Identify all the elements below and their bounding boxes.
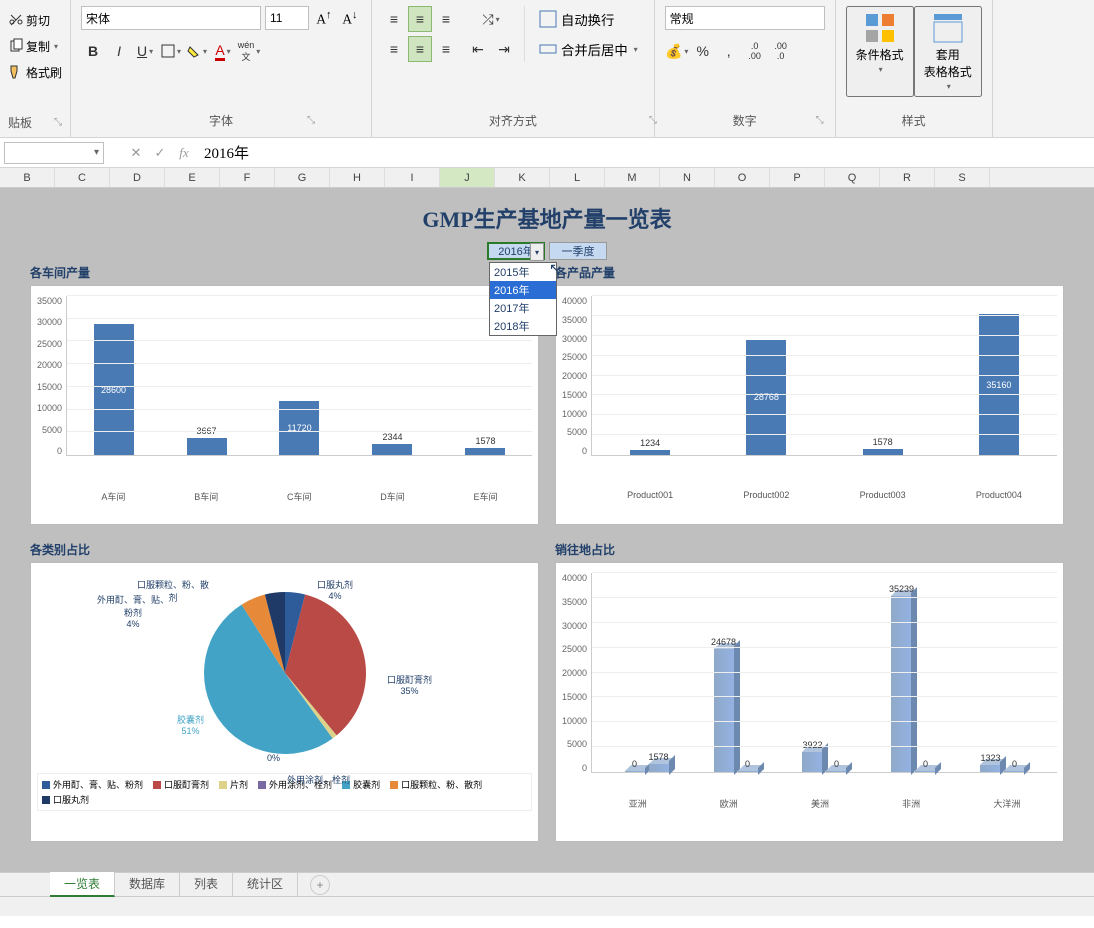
page-title: GMP生产基地产量一览表 (30, 202, 1064, 234)
conditional-format-button[interactable]: 条件格式 (846, 6, 914, 97)
decrease-decimal-button[interactable]: .00.0 (769, 38, 793, 64)
decrease-font-button[interactable]: A↓ (339, 6, 361, 30)
fx-icon[interactable]: fx (172, 142, 196, 164)
add-sheet-button[interactable]: + (310, 875, 330, 895)
workshop-chart: 35000300002500020000150001000050000 2860… (30, 285, 539, 525)
align-top-button[interactable]: ≡ (382, 6, 406, 32)
dialog-launcher-icon[interactable]: ⤡ (307, 115, 315, 126)
status-bar (0, 896, 1094, 916)
currency-button[interactable]: 💰 (665, 38, 689, 64)
format-painter-button[interactable]: 格式刷 (8, 60, 62, 84)
align-label: 对齐方式 (489, 112, 537, 129)
font-label: 字体 (209, 112, 233, 129)
font-name-select[interactable] (81, 6, 261, 30)
year-dropdown[interactable]: 2015年2016年2017年2018年 (489, 262, 557, 336)
cancel-icon[interactable]: ✕ (124, 142, 148, 164)
italic-button[interactable]: I (107, 38, 131, 64)
increase-font-button[interactable]: A↑ (313, 6, 335, 30)
percent-button[interactable]: % (691, 38, 715, 64)
number-format-select[interactable] (665, 6, 825, 30)
comma-button[interactable]: , (717, 38, 741, 64)
dialog-launcher-icon[interactable]: ⤡ (649, 115, 657, 126)
section-title: 销往地占比 (555, 541, 1064, 558)
ribbon: 剪切 复制 格式刷 贴板 ⤡ A↑ A↓ B I U A wén文 字体 ⤡ ≡ (0, 0, 1094, 138)
sheet-tab[interactable]: 数据库 (115, 872, 180, 897)
increase-indent-button[interactable]: ⇥ (492, 36, 516, 62)
formula-input[interactable] (196, 142, 1094, 164)
year-filter[interactable]: 2016年 ▾ 2015年2016年2017年2018年 ↖ (487, 242, 545, 260)
worksheet: GMP生产基地产量一览表 2016年 ▾ 2015年2016年2017年2018… (0, 188, 1094, 872)
product-chart: 4000035000300002500020000150001000050000… (555, 285, 1064, 525)
styles-group: 条件格式 套用 表格格式 样式 (836, 0, 993, 137)
fill-color-button[interactable] (185, 38, 209, 64)
increase-decimal-button[interactable]: .0.00 (743, 38, 767, 64)
section-title: 各车间产量 (30, 264, 539, 281)
copy-button[interactable]: 复制 (8, 34, 62, 58)
sheet-tab[interactable]: 列表 (180, 872, 233, 897)
underline-button[interactable]: U (133, 38, 157, 64)
formula-bar: ▾ ✕ ✓ fx (0, 138, 1094, 168)
orientation-button[interactable]: ⤮ (466, 6, 516, 32)
category-pie-chart: 口服颗粒、粉、散 剂外用酊、膏、贴、 粉剂 4%口服丸剂 4%口服酊膏剂 35%… (30, 562, 539, 842)
dialog-launcher-icon[interactable]: ⤡ (54, 117, 62, 128)
align-right-button[interactable]: ≡ (434, 36, 458, 62)
name-box[interactable]: ▾ (4, 142, 104, 164)
align-middle-button[interactable]: ≡ (408, 6, 432, 32)
table-format-button[interactable]: 套用 表格格式 (914, 6, 982, 97)
merge-center-button[interactable]: 合并后居中 (533, 36, 644, 62)
wrap-text-button[interactable]: 自动换行 (533, 6, 644, 32)
bold-button[interactable]: B (81, 38, 105, 64)
quarter-filter[interactable]: 一季度 (549, 242, 607, 260)
decrease-indent-button[interactable]: ⇤ (466, 36, 490, 62)
phonetic-button[interactable]: wén文 (237, 38, 261, 64)
sheet-tab[interactable]: 统计区 (233, 872, 298, 897)
section-title: 各产品产量 (555, 264, 1064, 281)
column-headers[interactable]: BCDEFGHIJKLMNOPQRS (0, 168, 1094, 188)
alignment-group: ≡ ≡ ≡ ≡ ≡ ≡ ⤮ ⇤ ⇥ 自动换行 合并后居中 (372, 0, 655, 137)
border-button[interactable] (159, 38, 183, 64)
sheet-tab[interactable]: 一览表 (50, 872, 115, 897)
number-label: 数字 (733, 112, 757, 129)
clipboard-group: 剪切 复制 格式刷 贴板 ⤡ (0, 0, 71, 137)
dialog-launcher-icon[interactable]: ⤡ (816, 115, 824, 126)
dropdown-toggle-icon[interactable]: ▾ (530, 243, 544, 261)
align-center-button[interactable]: ≡ (408, 36, 432, 62)
font-size-select[interactable] (265, 6, 309, 30)
styles-label: 样式 (902, 112, 926, 129)
confirm-icon[interactable]: ✓ (148, 142, 172, 164)
align-bottom-button[interactable]: ≡ (434, 6, 458, 32)
font-group: A↑ A↓ B I U A wén文 字体 ⤡ (71, 0, 372, 137)
clipboard-label: 贴板 (8, 114, 32, 131)
align-left-button[interactable]: ≡ (382, 36, 406, 62)
region-chart: 4000035000300002500020000150001000050000… (555, 562, 1064, 842)
cut-button[interactable]: 剪切 (8, 8, 62, 32)
section-title: 各类别占比 (30, 541, 539, 558)
sheet-tabs: 一览表数据库列表统计区 + (0, 872, 1094, 896)
number-group: 💰 % , .0.00 .00.0 数字 ⤡ (655, 0, 836, 137)
font-color-button[interactable]: A (211, 38, 235, 64)
